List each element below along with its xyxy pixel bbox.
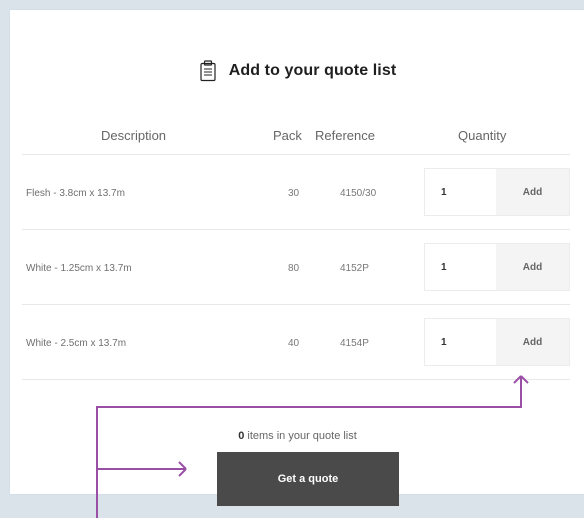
reference-code: 4150/30	[340, 188, 377, 199]
quantity-control: Add	[424, 168, 570, 216]
quote-header: Add to your quote list	[10, 60, 584, 82]
quantity-input[interactable]	[425, 319, 496, 365]
add-button[interactable]: Add	[496, 244, 569, 290]
pack-size: 30	[288, 188, 300, 199]
clipboard-icon	[200, 60, 216, 82]
quantity-input[interactable]	[425, 169, 496, 215]
add-button[interactable]: Add	[496, 169, 569, 215]
page-title: Add to your quote list	[228, 62, 397, 79]
table-row: White - 2.5cm x 13.7m 40 4154P Add	[22, 304, 570, 379]
pack-size: 80	[288, 263, 300, 274]
page-background: Add to your quote list Description Pack …	[0, 0, 584, 518]
quantity-control: Add	[424, 243, 570, 291]
quote-item-count: 0	[238, 430, 245, 442]
quantity-control: Add	[424, 318, 570, 366]
column-header-quantity: Quantity	[458, 128, 507, 143]
reference-code: 4154P	[340, 338, 369, 349]
quote-list-card: Add to your quote list Description Pack …	[10, 10, 584, 506]
product-description: Flesh - 3.8cm x 13.7m	[26, 188, 125, 199]
get-quote-button[interactable]: Get a quote	[217, 452, 399, 506]
table-divider	[22, 379, 570, 380]
table-row: Flesh - 3.8cm x 13.7m 30 4150/30 Add	[22, 154, 570, 229]
column-header-description: Description	[101, 128, 167, 143]
add-button[interactable]: Add	[496, 319, 569, 365]
reference-code: 4152P	[340, 263, 369, 274]
pack-size: 40	[288, 338, 300, 349]
quote-summary-label: items in your quote list	[247, 430, 357, 442]
quote-summary: 0 items in your quote list	[10, 430, 584, 442]
product-description: White - 2.5cm x 13.7m	[26, 338, 127, 349]
column-header-reference: Reference	[315, 128, 375, 143]
table-row: White - 1.25cm x 13.7m 80 4152P Add	[22, 229, 570, 304]
quantity-input[interactable]	[425, 244, 496, 290]
column-header-pack: Pack	[273, 128, 302, 143]
product-description: White - 1.25cm x 13.7m	[26, 263, 132, 274]
